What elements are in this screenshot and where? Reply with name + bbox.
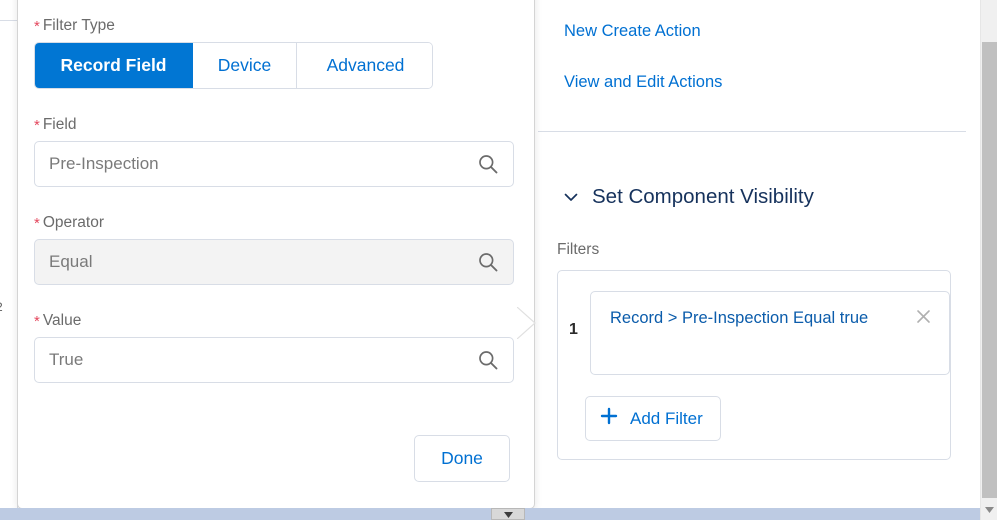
filters-label: Filters <box>557 241 600 258</box>
value-lookup[interactable]: True <box>34 337 514 383</box>
horizontal-scrollbar[interactable] <box>0 508 980 520</box>
triangle-down-icon <box>503 505 513 523</box>
filter-type-label: * Filter Type <box>34 17 510 35</box>
field-block: * Field Pre-Inspection <box>34 116 514 187</box>
close-icon[interactable] <box>909 302 937 330</box>
field-label-text: Field <box>42 116 77 133</box>
required-asterisk: * <box>34 313 40 330</box>
operator-label: * Operator <box>34 214 510 232</box>
filter-item[interactable]: Record > Pre-Inspection Equal true <box>590 291 950 375</box>
filters-card: 1 Record > Pre-Inspection Equal true Add… <box>557 270 951 460</box>
scroll-down-button[interactable] <box>982 498 997 520</box>
clipped-text: 2 <box>0 300 9 314</box>
view-and-edit-actions-link[interactable]: View and Edit Actions <box>564 73 722 92</box>
plus-icon <box>599 406 619 431</box>
filter-index: 1 <box>569 321 578 338</box>
operator-label-text: Operator <box>42 214 105 231</box>
required-asterisk: * <box>34 18 40 35</box>
value-label: * Value <box>34 312 510 330</box>
field-lookup[interactable]: Pre-Inspection <box>34 141 514 187</box>
search-icon[interactable] <box>477 349 499 371</box>
value-lookup-value: True <box>49 350 84 369</box>
filter-type-label-text: Filter Type <box>42 17 115 34</box>
field-label: * Field <box>34 116 510 134</box>
section-divider <box>538 131 966 132</box>
field-lookup-value: Pre-Inspection <box>49 154 159 173</box>
vertical-scrollbar[interactable] <box>980 0 997 520</box>
operator-lookup-value: Equal <box>49 252 93 271</box>
popover-body: * Filter Type Record Field Device Advanc… <box>18 1 534 383</box>
set-component-visibility-section-header[interactable]: Set Component Visibility <box>562 185 814 209</box>
required-asterisk: * <box>34 215 40 232</box>
triangle-down-icon <box>985 500 994 518</box>
filter-type-option-record-field[interactable]: Record Field <box>35 43 193 88</box>
vertical-scrollbar-thumb[interactable] <box>982 42 997 498</box>
filter-type-option-device[interactable]: Device <box>193 43 297 88</box>
filter-type-button-group: Record Field Device Advanced <box>34 42 433 89</box>
filter-row: 1 Record > Pre-Inspection Equal true <box>558 291 950 375</box>
filter-type-option-advanced[interactable]: Advanced <box>297 43 432 88</box>
horizontal-scrollbar-thumb[interactable] <box>491 508 525 520</box>
done-button[interactable]: Done <box>414 435 510 482</box>
set-component-visibility-title: Set Component Visibility <box>592 185 814 208</box>
new-create-action-link[interactable]: New Create Action <box>564 22 701 41</box>
add-filter-label: Add Filter <box>630 408 703 428</box>
sliver-divider <box>0 20 17 21</box>
value-block: * Value True <box>34 312 514 383</box>
search-icon[interactable] <box>477 153 499 175</box>
operator-block: * Operator Equal <box>34 214 514 285</box>
popover-footer: Done <box>18 435 534 482</box>
search-icon[interactable] <box>477 251 499 273</box>
chevron-down-icon <box>562 188 580 206</box>
required-asterisk: * <box>34 117 40 134</box>
operator-lookup[interactable]: Equal <box>34 239 514 285</box>
filter-editor-popover: * Filter Type Record Field Device Advanc… <box>17 0 535 509</box>
filter-item-text: Record > Pre-Inspection Equal true <box>610 309 869 327</box>
value-label-text: Value <box>42 312 82 329</box>
popover-pointer-icon <box>516 306 539 340</box>
page-left-sliver: 2 <box>0 0 18 509</box>
add-filter-button[interactable]: Add Filter <box>585 396 721 441</box>
